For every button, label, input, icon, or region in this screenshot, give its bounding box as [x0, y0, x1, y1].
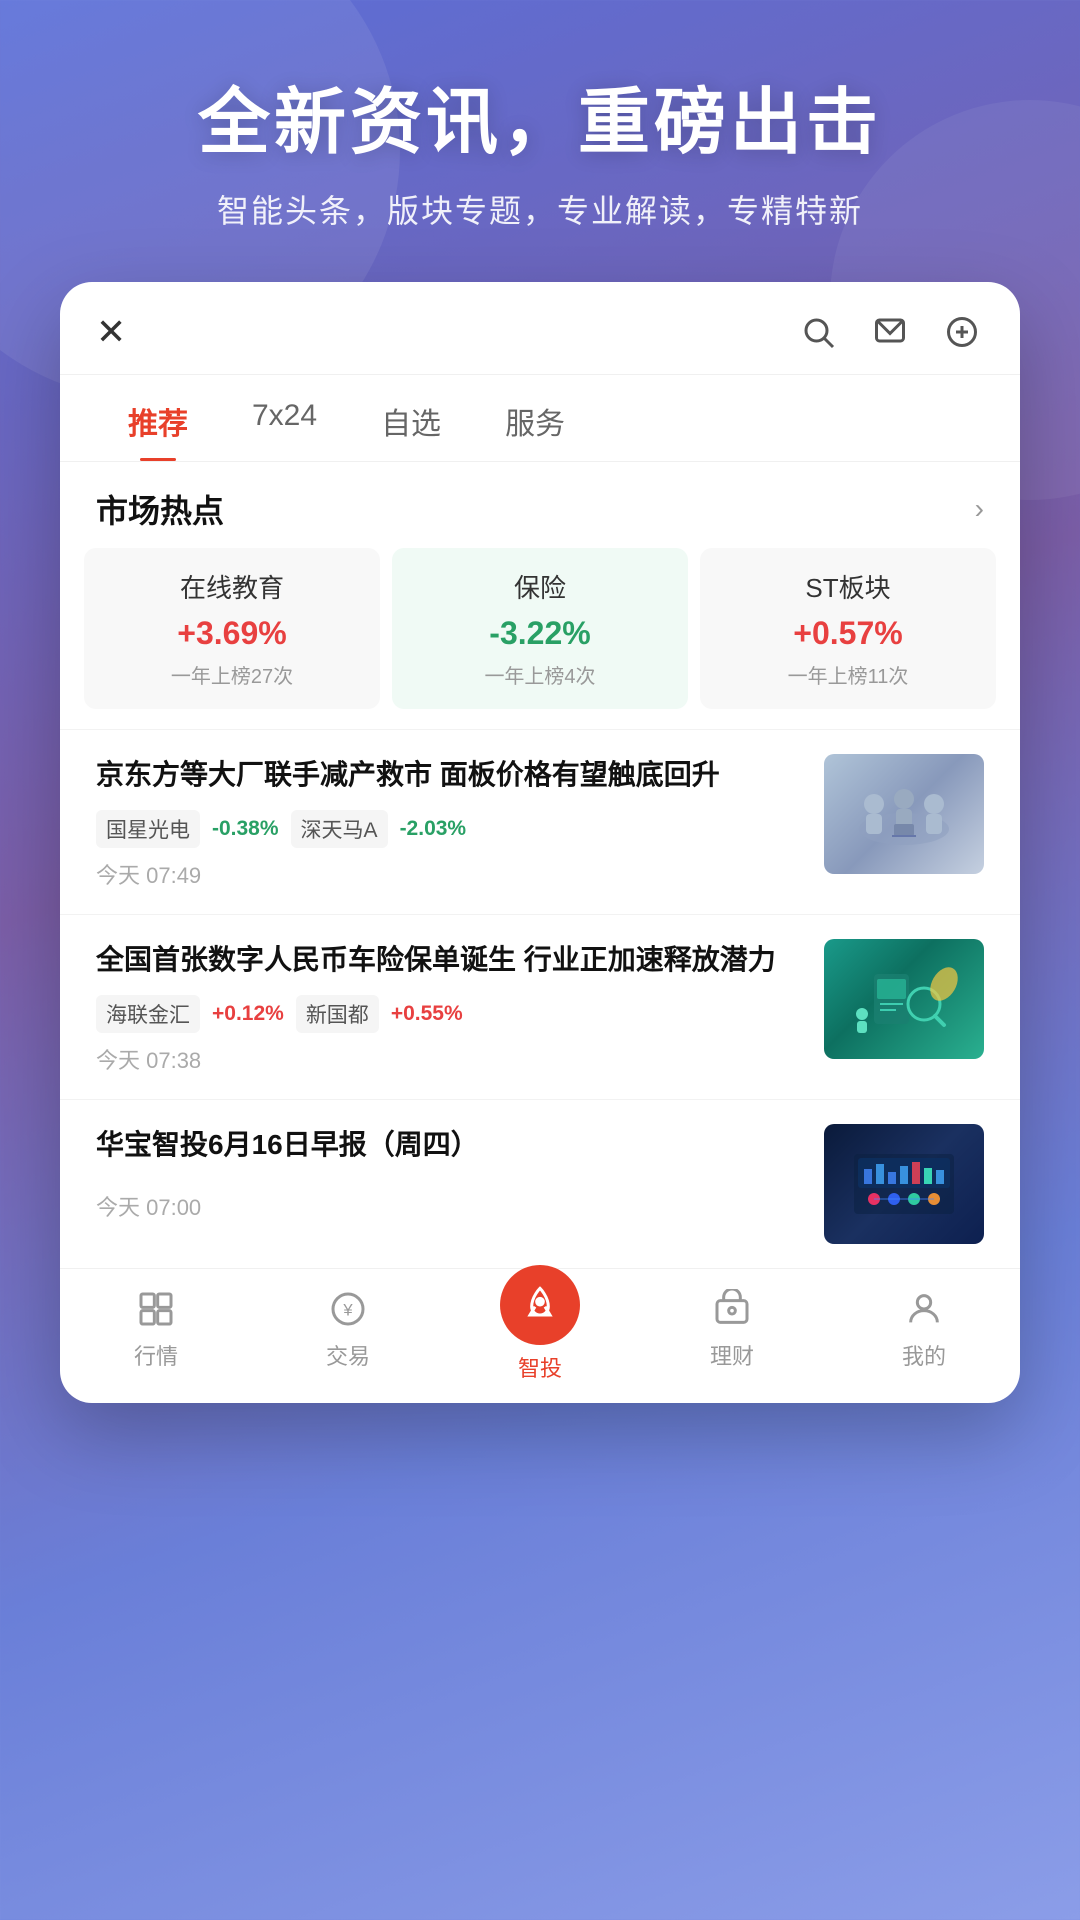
news-title-1: 全国首张数字人民币车险保单诞生 行业正加速释放潜力: [96, 939, 804, 981]
tab-bar: 推荐 7x24 自选 服务: [60, 375, 1020, 462]
nav-mine-icon: [900, 1285, 948, 1333]
news-item-1[interactable]: 全国首张数字人民币车险保单诞生 行业正加速释放潜力 海联金汇 +0.12% 新国…: [60, 914, 1020, 1099]
tab-service[interactable]: 服务: [473, 375, 597, 461]
tab-recommend[interactable]: 推荐: [96, 375, 220, 461]
news-title-2: 华宝智投6月16日早报（周四）: [96, 1124, 804, 1166]
news-tag-0-1: 深天马A: [291, 810, 388, 848]
main-title: 全新资讯，重磅出击: [40, 80, 1040, 166]
nav-trade-icon: ¥: [324, 1285, 372, 1333]
news-tag-pct-1-1: +0.55%: [391, 1002, 463, 1026]
market-card-sub-1: 一年上榜4次: [408, 660, 672, 689]
news-tag-0-0: 国星光电: [96, 810, 200, 848]
nav-wealth[interactable]: 理财: [636, 1285, 828, 1383]
news-tag-pct-0-1: -2.03%: [400, 817, 467, 841]
add-icon: [944, 314, 980, 350]
market-card-1[interactable]: 保险 -3.22% 一年上榜4次: [392, 548, 688, 709]
top-icons: [796, 310, 984, 354]
app-card: ✕ 推: [60, 282, 1020, 1403]
news-image-0: [824, 754, 984, 874]
digital-svg: [844, 959, 964, 1039]
add-button[interactable]: [940, 310, 984, 354]
news-tag-pct-1-0: +0.12%: [212, 1002, 284, 1026]
news-time-1: 今天 07:38: [96, 1043, 804, 1075]
nav-market-icon: [132, 1285, 180, 1333]
nav-mine-label: 我的: [902, 1339, 946, 1371]
market-card-pct-0: +3.69%: [100, 615, 364, 652]
nav-market[interactable]: 行情: [60, 1285, 252, 1383]
message-icon: [872, 314, 908, 350]
news-tag-1-0: 海联金汇: [96, 995, 200, 1033]
news-time-2: 今天 07:00: [96, 1190, 804, 1222]
news-item-2[interactable]: 华宝智投6月16日早报（周四） 今天 07:00: [60, 1099, 1020, 1268]
svg-text:¥: ¥: [342, 1301, 353, 1320]
market-cards: 在线教育 +3.69% 一年上榜27次 保险 -3.22% 一年上榜4次 ST板…: [60, 548, 1020, 729]
top-bar: ✕: [60, 282, 1020, 375]
tab-7x24[interactable]: 7x24: [220, 375, 349, 461]
market-section-header[interactable]: 市场热点 ›: [60, 462, 1020, 548]
nav-zhitou-icon: [500, 1265, 580, 1345]
tab-watchlist[interactable]: 自选: [349, 375, 473, 461]
header-section: 全新资讯，重磅出击 智能头条，版块专题，专业解读，专精特新: [0, 0, 1080, 282]
meeting-svg: [844, 774, 964, 854]
news-tags-0: 国星光电 -0.38% 深天马A -2.03%: [96, 810, 804, 848]
close-button[interactable]: ✕: [96, 314, 126, 350]
nav-mine[interactable]: 我的: [828, 1285, 1020, 1383]
market-card-pct-2: +0.57%: [716, 615, 980, 652]
market-card-sub-2: 一年上榜11次: [716, 660, 980, 689]
nav-zhitou-label: 智投: [518, 1351, 562, 1383]
tech-image: [824, 1124, 984, 1244]
message-button[interactable]: [868, 310, 912, 354]
news-time-0: 今天 07:49: [96, 858, 804, 890]
rocket-icon: [520, 1285, 560, 1325]
nav-trade-label: 交易: [326, 1339, 370, 1371]
wealth-icon: [712, 1289, 752, 1329]
user-icon: [904, 1289, 944, 1329]
market-card-0[interactable]: 在线教育 +3.69% 一年上榜27次: [84, 548, 380, 709]
news-content-2: 华宝智投6月16日早报（周四） 今天 07:00: [96, 1124, 804, 1222]
nav-trade[interactable]: ¥ 交易: [252, 1285, 444, 1383]
sub-title: 智能头条，版块专题，专业解读，专精特新: [40, 186, 1040, 232]
news-content-0: 京东方等大厂联手减产救市 面板价格有望触底回升 国星光电 -0.38% 深天马A…: [96, 754, 804, 890]
market-icon: [136, 1289, 176, 1329]
nav-market-label: 行情: [134, 1339, 178, 1371]
news-content-1: 全国首张数字人民币车险保单诞生 行业正加速释放潜力 海联金汇 +0.12% 新国…: [96, 939, 804, 1075]
tech-svg: [844, 1144, 964, 1224]
news-image-2: [824, 1124, 984, 1244]
market-card-sub-0: 一年上榜27次: [100, 660, 364, 689]
news-tag-pct-0-0: -0.38%: [212, 817, 279, 841]
bottom-nav: 行情 ¥ 交易 智投: [60, 1268, 1020, 1403]
market-title: 市场热点: [96, 486, 224, 532]
search-icon: [800, 314, 836, 350]
news-tags-1: 海联金汇 +0.12% 新国都 +0.55%: [96, 995, 804, 1033]
trade-icon: ¥: [328, 1289, 368, 1329]
market-card-pct-1: -3.22%: [408, 615, 672, 652]
news-image-1: [824, 939, 984, 1059]
market-card-2[interactable]: ST板块 +0.57% 一年上榜11次: [700, 548, 996, 709]
market-card-name-2: ST板块: [716, 568, 980, 605]
nav-wealth-label: 理财: [710, 1339, 754, 1371]
news-item-0[interactable]: 京东方等大厂联手减产救市 面板价格有望触底回升 国星光电 -0.38% 深天马A…: [60, 729, 1020, 914]
market-arrow: ›: [975, 493, 984, 525]
news-tag-1-1: 新国都: [296, 995, 379, 1033]
digital-image: [824, 939, 984, 1059]
nav-zhitou[interactable]: 智投: [444, 1285, 636, 1383]
meeting-image: [824, 754, 984, 874]
news-title-0: 京东方等大厂联手减产救市 面板价格有望触底回升: [96, 754, 804, 796]
nav-wealth-icon: [708, 1285, 756, 1333]
search-button[interactable]: [796, 310, 840, 354]
market-card-name-0: 在线教育: [100, 568, 364, 605]
market-card-name-1: 保险: [408, 568, 672, 605]
